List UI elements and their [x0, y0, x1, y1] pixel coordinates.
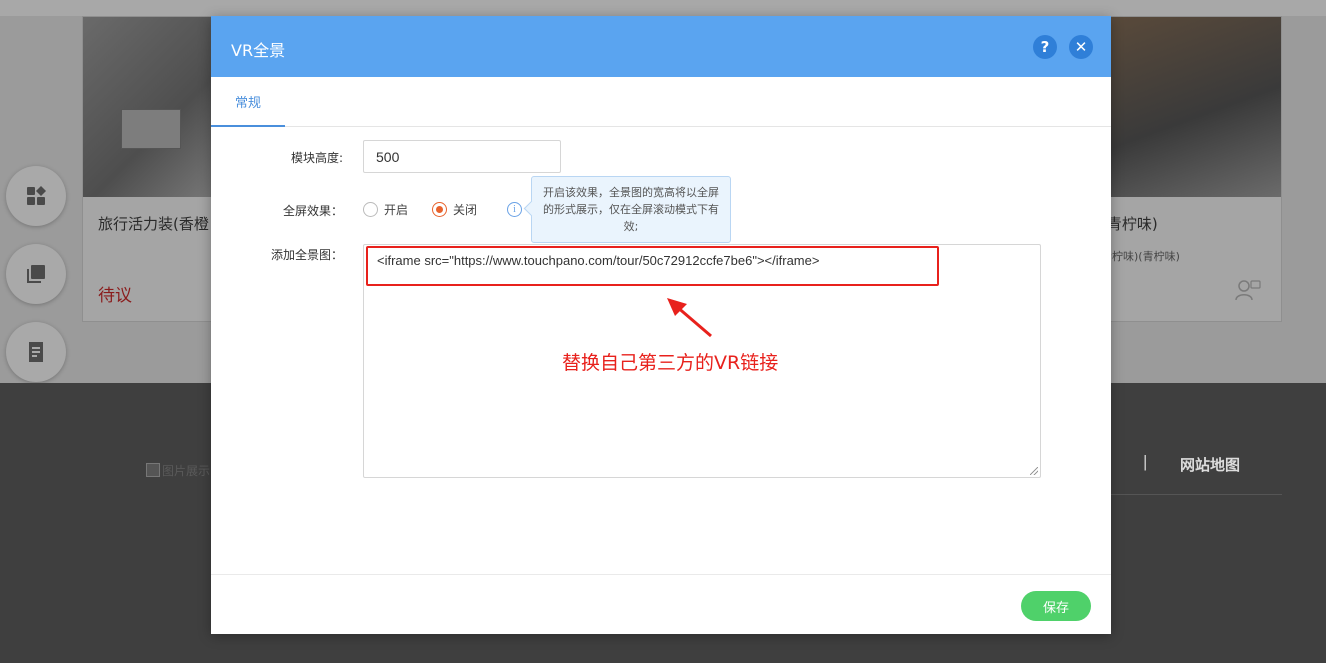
tab-bar: 常规: [211, 77, 1111, 127]
product-price: 待议: [98, 286, 132, 306]
product-subtitle: 青柠味)(青柠味): [1101, 250, 1180, 263]
dialog-header: VR全景 ? ✕: [211, 16, 1111, 77]
vr-panorama-dialog: VR全景 ? ✕ 常规 模块高度: 500 全屏效果： 开启 关闭 i 开启该效…: [211, 16, 1111, 634]
document-icon: [29, 342, 43, 362]
fullscreen-tooltip: 开启该效果，全景图的宽高将以全屏的形式展示，仅在全屏滚动模式下有效;: [531, 176, 731, 243]
dialog-footer: 保存: [211, 574, 1111, 634]
question-icon: ?: [1040, 38, 1050, 56]
radio-label: 开启: [384, 203, 409, 217]
help-button[interactable]: ?: [1033, 35, 1057, 59]
product-title: 旅行活力装(香橙: [98, 215, 209, 233]
save-button[interactable]: 保存: [1021, 591, 1091, 621]
radio-label: 关闭: [453, 203, 478, 217]
tab-general[interactable]: 常规: [211, 77, 285, 127]
footer-divider: [1100, 494, 1282, 495]
dialog-title: VR全景: [231, 41, 286, 60]
resize-handle[interactable]: [1030, 467, 1038, 475]
product-card[interactable]: 旅行活力装(香橙 待议: [82, 16, 222, 322]
footer-separator: |: [1143, 452, 1148, 471]
sitemap-link[interactable]: 网站地图: [1180, 454, 1240, 475]
copy-icon: [27, 265, 45, 283]
add-module-button[interactable]: [6, 166, 66, 226]
annotation-arrow: [667, 298, 712, 338]
fullscreen-on-radio[interactable]: 开启: [363, 201, 408, 218]
fullscreen-label: 全屏效果：: [282, 204, 343, 218]
close-button[interactable]: ✕: [1069, 35, 1093, 59]
radio-circle: [363, 202, 378, 217]
widgets-icon: [27, 186, 46, 205]
highlight-box: [366, 246, 939, 286]
annotation-text: 替换自己第三方的VR链接: [562, 352, 779, 374]
pages-button[interactable]: [6, 244, 66, 304]
image-alt-text: 图片展示: [162, 463, 211, 478]
info-icon[interactable]: i: [507, 202, 522, 217]
height-input[interactable]: 500: [363, 140, 561, 173]
product-image: [1101, 17, 1281, 197]
footer-image: 图片展示: [146, 462, 212, 478]
broken-image-icon: [146, 463, 160, 477]
user-icon[interactable]: [1235, 279, 1261, 301]
height-label: 模块高度:: [290, 151, 343, 165]
fullscreen-off-radio[interactable]: 关闭: [432, 201, 477, 218]
document-button[interactable]: [6, 322, 66, 382]
product-card[interactable]: (青柠味) 青柠味)(青柠味): [1100, 16, 1282, 322]
product-image: [83, 17, 221, 197]
top-navigation-bar: [0, 0, 1326, 16]
close-icon: ✕: [1074, 38, 1088, 56]
radio-circle-checked: [432, 202, 447, 217]
add-panorama-label: 添加全景图：: [270, 248, 343, 262]
